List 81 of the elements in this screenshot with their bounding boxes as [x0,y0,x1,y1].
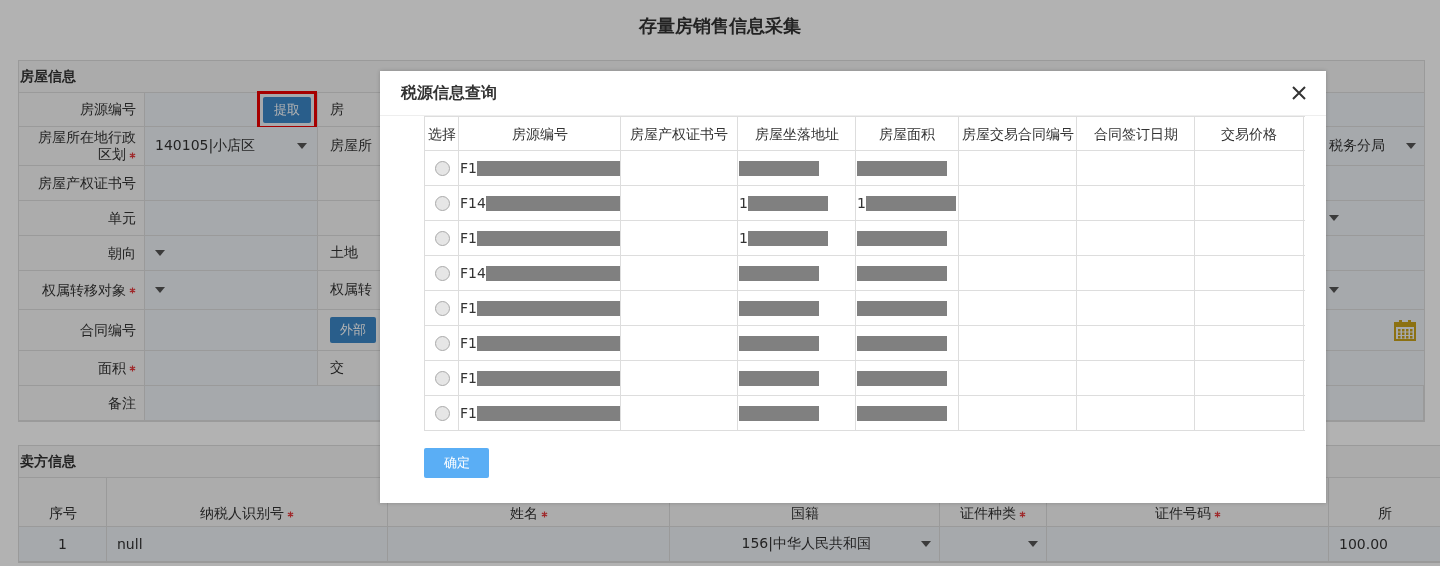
caret-icon [155,287,165,293]
field-label: 权属转移对象 [19,271,145,309]
close-icon[interactable] [1292,86,1306,100]
cell-text: 1 [739,230,748,246]
fetch-button[interactable]: 提取 [263,96,311,123]
radio-button[interactable] [434,160,450,176]
column-header: 合同签订日期 [1077,117,1195,150]
cell-text: F1 [460,300,477,316]
input-field[interactable] [1325,166,1424,200]
section-title: 房屋信息 [20,67,76,86]
date-field[interactable] [1325,310,1424,350]
input-field[interactable] [1325,236,1424,270]
input-field[interactable]: 提取 [145,93,318,126]
section-title: 卖方信息 [20,452,76,471]
radio-button[interactable] [434,370,450,386]
field-label: 房源编号 [19,93,145,126]
radio-button[interactable] [434,405,450,421]
input-field[interactable] [1325,93,1424,126]
caret-icon [921,541,931,547]
cell-text: F14 [460,265,486,281]
field-label: 面积 [19,351,145,385]
field-label: 朝向 [19,236,145,270]
field-label: 土地 [330,244,358,262]
cell-text: F1 [460,230,477,246]
input-field[interactable] [1325,351,1424,385]
column-header: 纳税人识别号 [107,478,388,526]
field-label: 房屋产权证书号 [19,166,145,200]
column-header: 房屋交易合同编号 [959,117,1077,150]
field-label: 房 [330,100,344,119]
required-icon [1213,510,1221,518]
required-icon [129,365,136,372]
caret-icon [1406,143,1416,149]
cell-text: F14 [460,195,486,211]
cell-text: 1 [857,195,866,211]
required-icon [129,151,136,159]
dialog-title: 税源信息查询 [401,82,497,104]
select-field[interactable] [145,271,318,309]
field-label: 备注 [19,386,145,420]
radio-button[interactable] [434,265,450,281]
caret-icon [1028,541,1038,547]
cell-text: F1 [460,160,477,176]
required-icon [129,287,136,294]
cell-text: F1 [460,370,477,386]
field-label: 合同编号 [19,310,145,350]
field-label: 交 [330,359,344,377]
cell-text: F1 [460,405,477,421]
column-header: 所 [1329,478,1440,526]
required-icon [1019,510,1026,518]
table-cell[interactable]: null [107,527,388,561]
required-icon [287,510,294,518]
caret-icon [297,143,307,149]
required-icon [540,510,548,518]
select-field[interactable] [940,527,1047,561]
radio-button[interactable] [434,195,450,211]
column-header: 选择 [425,117,459,150]
page-title: 存量房销售信息采集 [637,14,802,38]
calendar-icon[interactable] [1394,319,1416,341]
column-header: 房屋面积 [856,117,959,150]
column-header: 序号 [19,478,107,526]
column-header: 房屋产权证书号 [621,117,738,150]
field-label: 房屋所 [330,137,372,155]
select-field[interactable] [1325,271,1424,309]
table-cell: 1 [19,527,107,561]
column-header: 房源编号 [459,117,621,150]
radio-button[interactable] [434,230,450,246]
select-field[interactable]: 税务分局 [1325,127,1424,165]
caret-icon [155,250,165,256]
select-field[interactable] [1325,201,1424,235]
radio-button[interactable] [434,300,450,316]
cell-text: F1 [460,335,477,351]
radio-button[interactable] [434,335,450,351]
cell-text: 1 [739,195,748,211]
select-field[interactable]: 140105|小店区 [145,127,318,165]
select-field[interactable]: 156|中华人民共和国 [670,527,940,561]
field-label: 房屋所在地行政区划 [19,127,145,165]
table-cell[interactable]: 100.00 [1329,527,1440,561]
field-label: 权属转 [330,281,372,299]
column-header: 房屋坐落地址 [738,117,856,150]
column-header: 交易价格 [1195,117,1304,150]
field-label: 单元 [19,201,145,235]
select-field[interactable] [145,236,318,270]
